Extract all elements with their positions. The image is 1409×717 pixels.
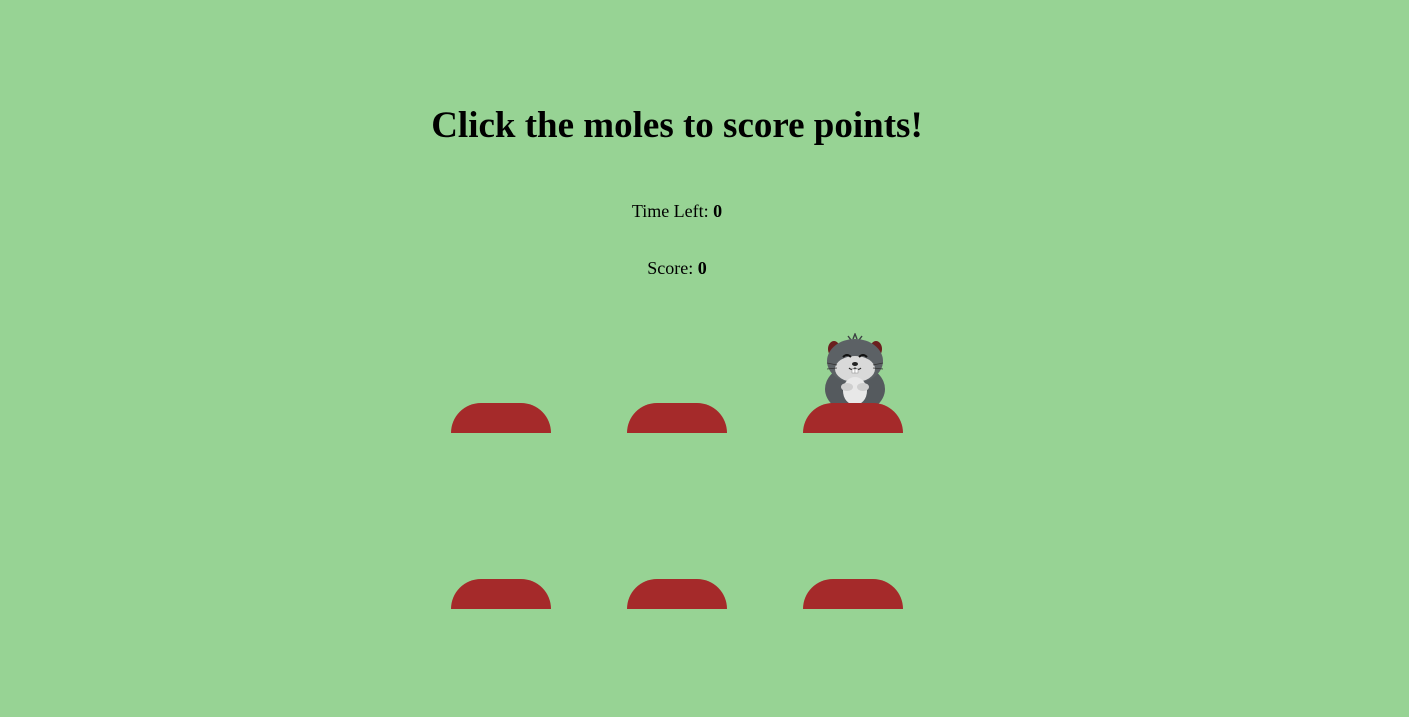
hole-dirt[interactable]: [803, 579, 903, 609]
mole-icon[interactable]: [821, 332, 889, 413]
hole-dirt[interactable]: [803, 403, 903, 433]
time-left-display: Time Left: 0: [0, 200, 1354, 222]
hole-dirt[interactable]: [627, 579, 727, 609]
hole-dirt[interactable]: [451, 579, 551, 609]
hole-6[interactable]: [803, 429, 903, 609]
hole-1[interactable]: [451, 253, 551, 433]
hole-3[interactable]: [803, 253, 903, 433]
hole-2[interactable]: [627, 253, 727, 433]
hole-dirt[interactable]: [451, 403, 551, 433]
time-left-label: Time Left:: [631, 201, 709, 221]
time-left-value: 0: [713, 201, 723, 221]
hole-dirt[interactable]: [627, 403, 727, 433]
game-stage: Click the moles to score points! Time Le…: [0, 0, 1409, 717]
page-title: Click the moles to score points!: [431, 105, 923, 146]
hole-5[interactable]: [627, 429, 727, 609]
hole-4[interactable]: [451, 429, 551, 609]
